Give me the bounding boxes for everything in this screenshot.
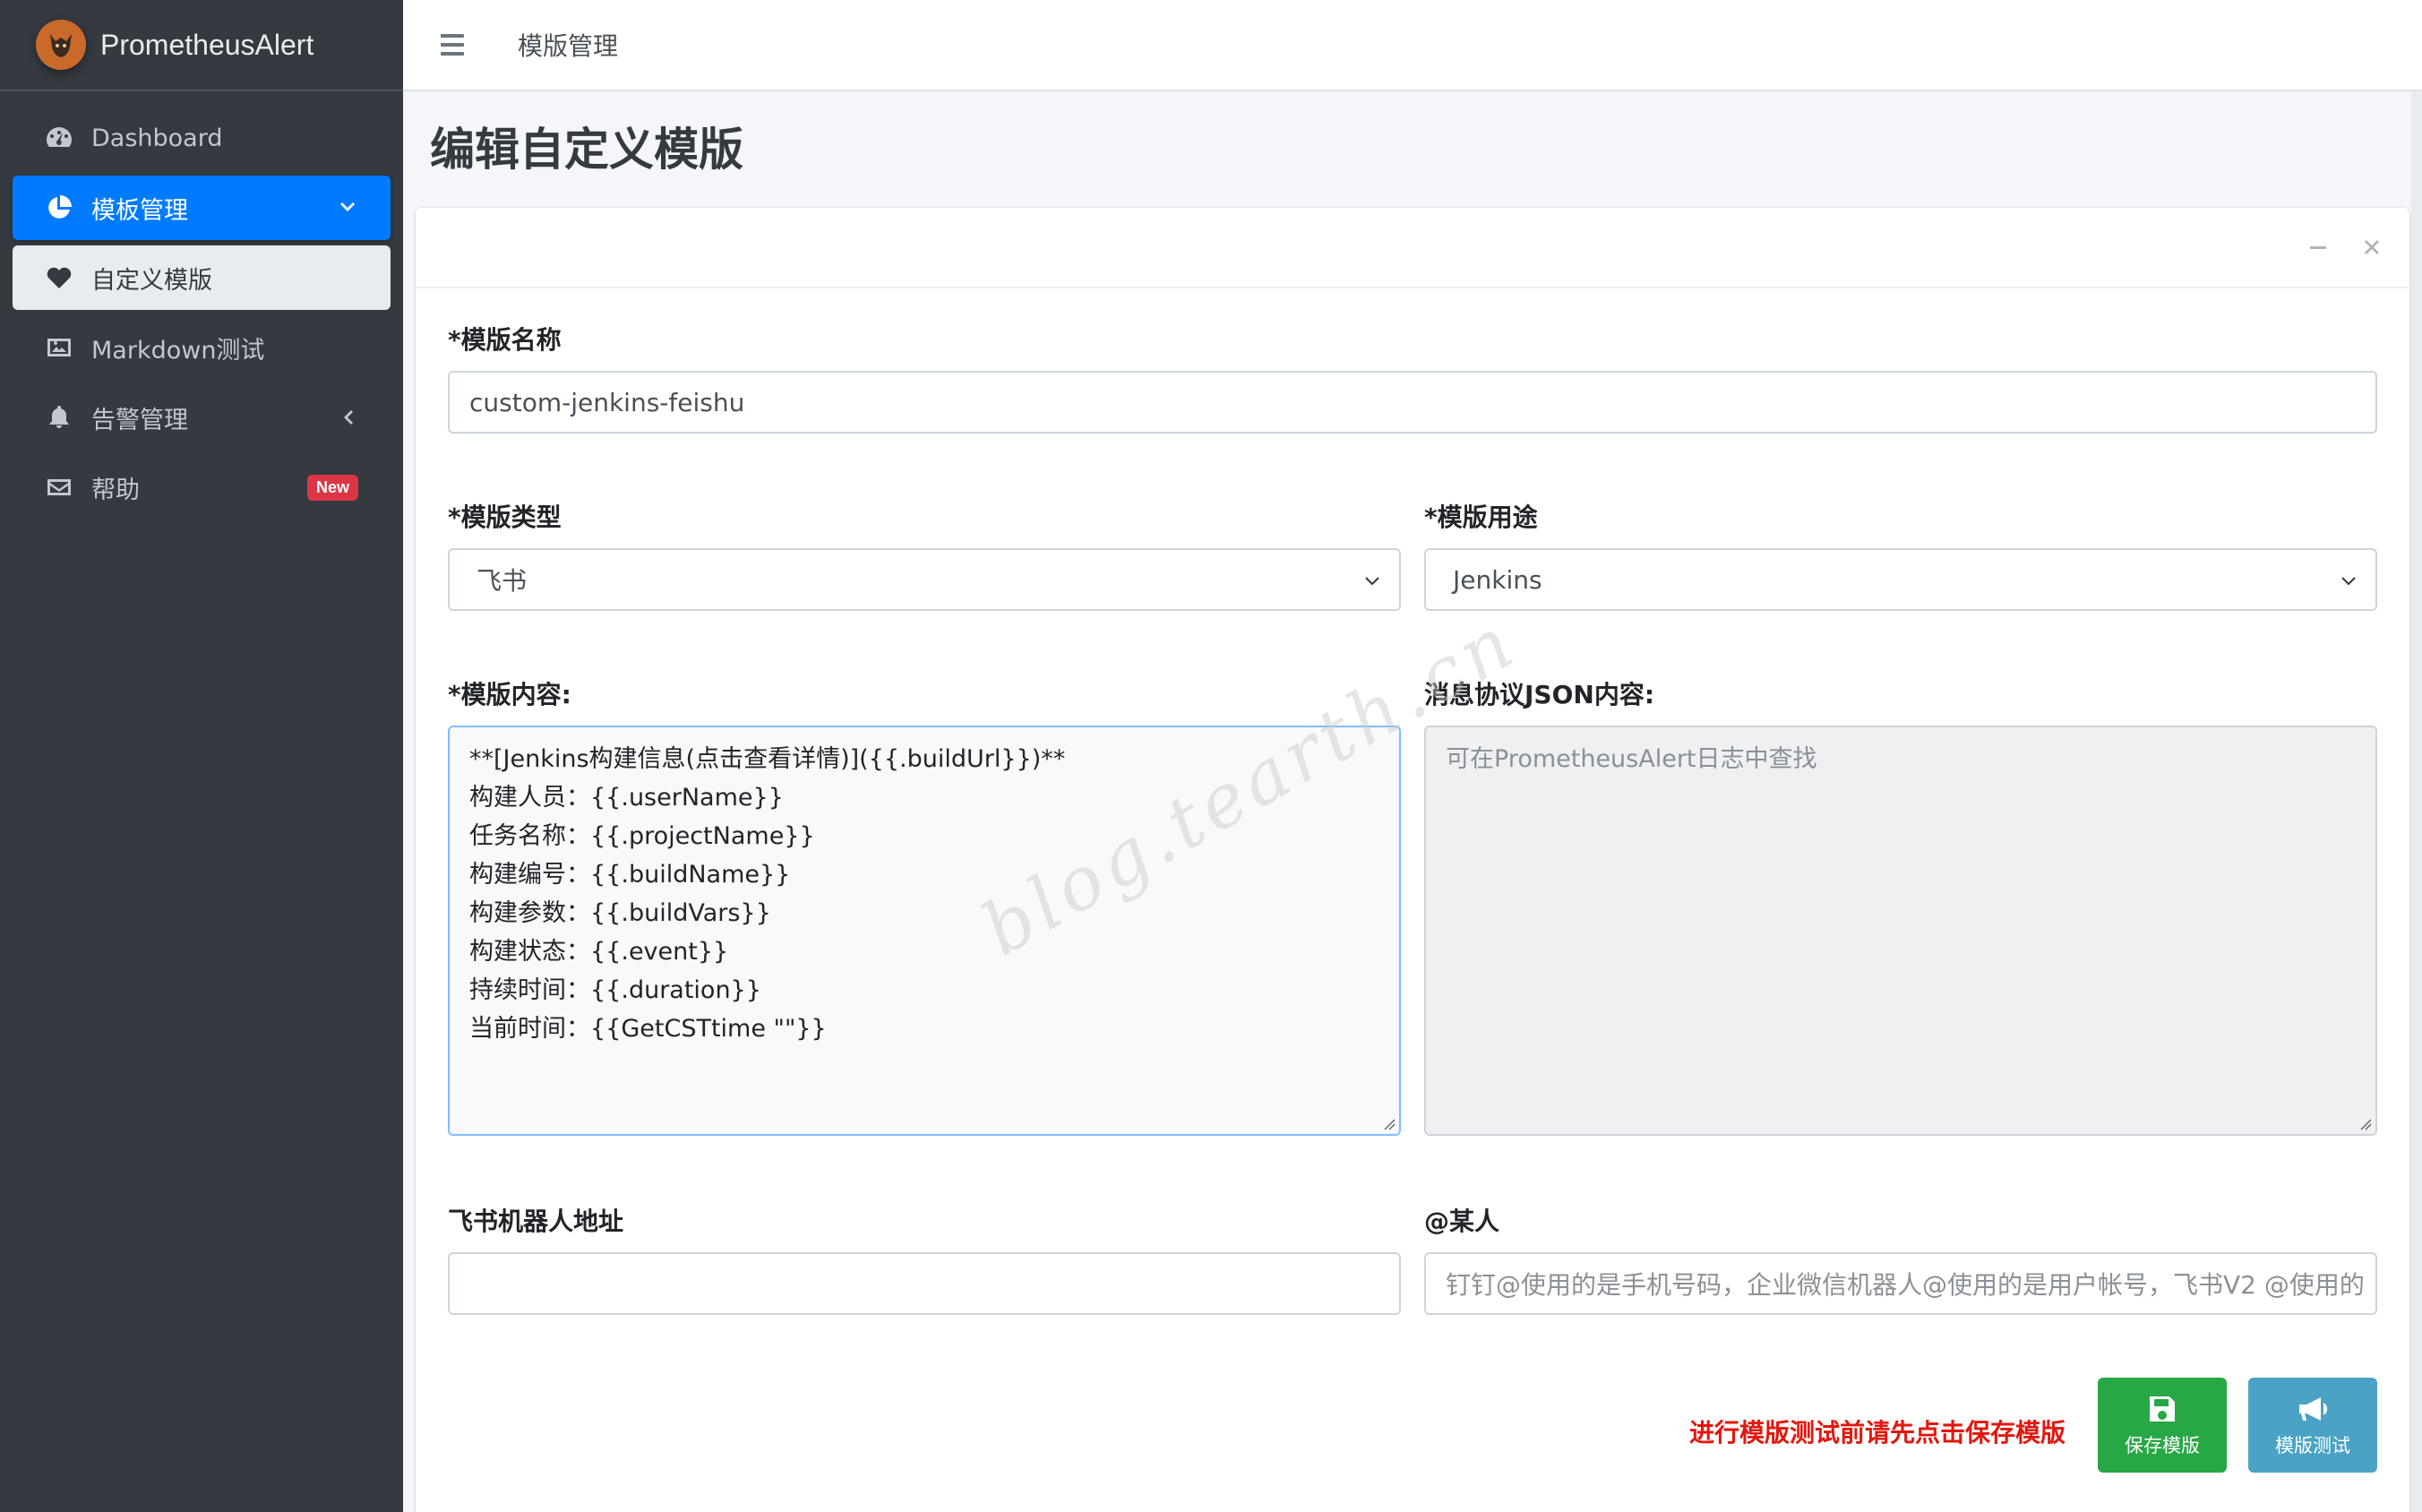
new-badge: New (306, 474, 358, 501)
template-usage-select[interactable]: Jenkins (1424, 548, 2377, 611)
sidebar-item-alert-management[interactable]: 告警管理 (13, 385, 391, 450)
sidebar-item-markdown-test[interactable]: Markdown测试 (13, 315, 391, 380)
close-icon[interactable] (2358, 233, 2386, 262)
scroll-track (2411, 91, 2422, 1512)
content-line: 构建参数：{{.buildVars}} (469, 899, 771, 927)
page-title: 编辑自定义模版 (430, 124, 743, 176)
sidebar-item-label: 告警管理 (91, 406, 188, 434)
brand-name: PrometheusAlert (100, 28, 314, 61)
chevron-down-icon (2341, 577, 2356, 586)
template-type-label: *模版类型 (448, 503, 562, 532)
content-line: 持续时间：{{.duration}} (469, 976, 761, 1004)
save-template-button[interactable]: 保存模版 (2098, 1378, 2227, 1473)
chevron-down-icon (340, 202, 355, 211)
content-line: **[Jenkins构建信息(点击查看详情)]({{.buildUrl}})** (469, 745, 1066, 773)
template-type-select[interactable]: 飞书 (448, 548, 1401, 611)
sidebar-item-custom-template[interactable]: 自定义模版 (13, 245, 391, 310)
hamburger-icon[interactable] (441, 29, 473, 61)
fox-logo-icon (36, 20, 86, 70)
sidebar: PrometheusAlert Dashboard 模板管理 自定义模版 Mar… (0, 0, 403, 1512)
template-content-textarea[interactable]: **[Jenkins构建信息(点击查看详情)]({{.buildUrl}})**… (448, 726, 1401, 1136)
chevron-left-icon (344, 410, 353, 425)
collapse-icon[interactable] (2304, 233, 2332, 262)
test-template-button[interactable]: 模版测试 (2248, 1378, 2377, 1473)
sidebar-item-label: 帮助 (91, 476, 140, 504)
top-nav-link[interactable]: 模版管理 (518, 27, 618, 63)
top-navbar: 模版管理 (403, 0, 2422, 91)
template-usage-value: Jenkins (1453, 564, 1542, 595)
content-header: 编辑自定义模版 (430, 106, 743, 186)
sidebar-item-label: 自定义模版 (91, 266, 212, 295)
json-content-textarea[interactable]: 可在PrometheusAlert日志中查找 (1424, 726, 2377, 1136)
json-content-placeholder: 可在PrometheusAlert日志中查找 (1446, 745, 1817, 773)
content-line: 构建人员：{{.userName}} (469, 784, 784, 812)
card-header (416, 208, 2409, 288)
image-icon (43, 331, 75, 364)
resize-handle-icon[interactable] (2359, 1118, 2372, 1130)
heart-icon (43, 262, 75, 294)
resize-handle-icon[interactable] (1383, 1118, 1396, 1130)
content-line: 构建状态：{{.event}} (469, 938, 729, 966)
save-icon (2150, 1396, 2175, 1422)
sidebar-nav: Dashboard 模板管理 自定义模版 Markdown测试 告警管理 帮助 … (0, 91, 403, 539)
save-first-warning: 进行模版测试前请先点击保存模版 (1689, 1418, 2066, 1448)
content-line: 当前时间：{{GetCSTtime ""}} (469, 1015, 827, 1043)
content-line: 任务名称：{{.projectName}} (469, 822, 815, 850)
json-content-label: 消息协议JSON内容: (1424, 680, 1655, 709)
template-name-input[interactable]: custom-jenkins-feishu (448, 371, 2377, 434)
feishu-robot-url-input[interactable] (448, 1252, 1401, 1315)
chevron-down-icon (1365, 577, 1379, 586)
card-tools (2304, 233, 2386, 262)
at-someone-input[interactable]: 钉钉@使用的是手机号码，企业微信机器人@使用的是用户帐号，飞书V2 @使用的 (1424, 1252, 2377, 1315)
test-button-label: 模版测试 (2275, 1435, 2350, 1456)
feishu-robot-url-label: 飞书机器人地址 (448, 1207, 624, 1236)
pie-chart-icon (43, 192, 75, 224)
template-usage-label: *模版用途 (1424, 503, 1538, 532)
save-button-label: 保存模版 (2125, 1435, 2200, 1456)
megaphone-icon (2299, 1397, 2328, 1421)
sidebar-item-label: Markdown测试 (91, 336, 265, 365)
sidebar-item-help[interactable]: 帮助 New (13, 455, 391, 520)
bell-icon (43, 401, 75, 434)
template-content-label: *模版内容: (448, 680, 571, 709)
sidebar-item-label: Dashboard (91, 124, 223, 152)
brand-link[interactable]: PrometheusAlert (0, 0, 403, 91)
template-name-label: *模版名称 (448, 325, 562, 355)
template-type-value: 飞书 (477, 566, 528, 596)
sidebar-item-template-management[interactable]: 模板管理 (13, 176, 391, 240)
sidebar-item-label: 模板管理 (91, 196, 188, 225)
at-someone-label: @某人 (1424, 1207, 1500, 1236)
dashboard-icon (43, 122, 75, 154)
envelope-icon (43, 471, 75, 503)
content-line: 构建编号：{{.buildName}} (469, 861, 791, 889)
sidebar-item-dashboard[interactable]: Dashboard (13, 106, 391, 170)
